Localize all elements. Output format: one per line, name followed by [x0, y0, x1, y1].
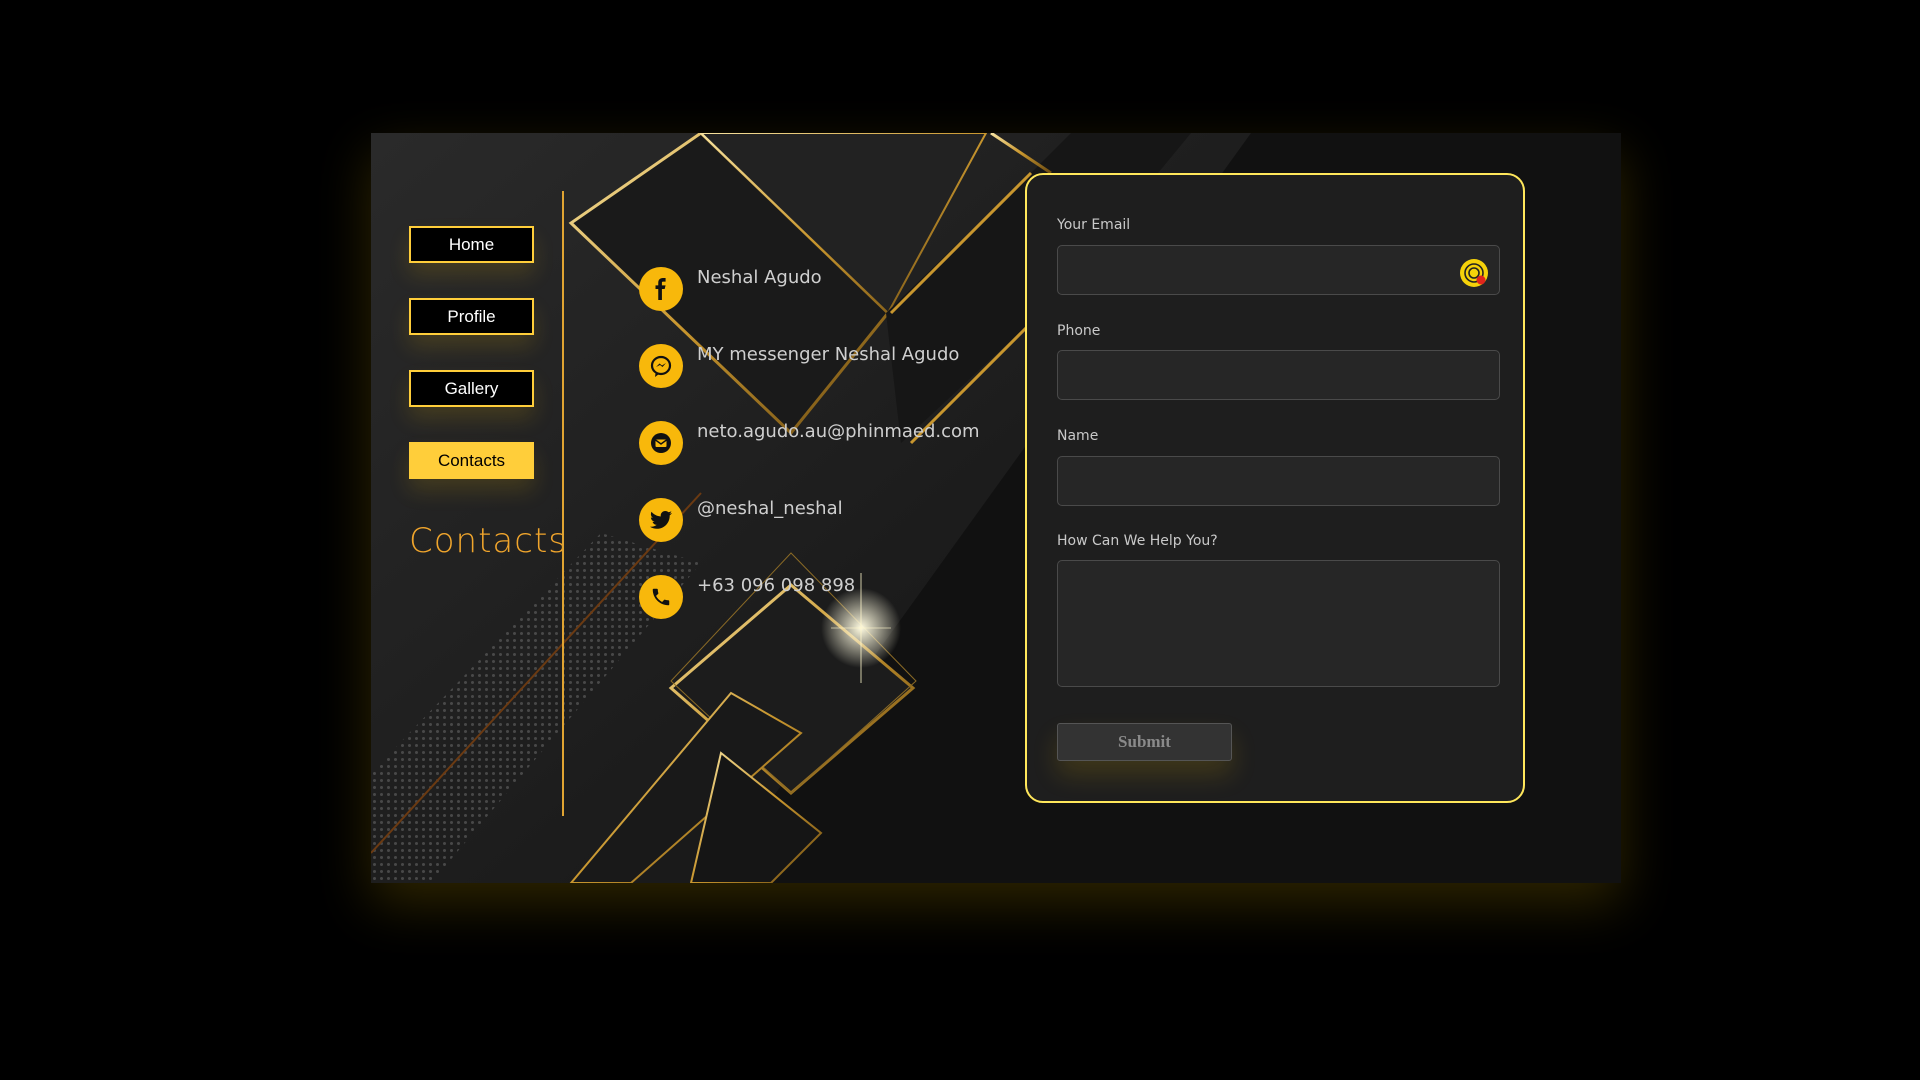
divider-line	[562, 191, 564, 816]
nav-contacts-button[interactable]: Contacts	[409, 442, 534, 479]
email-label: Your Email	[1057, 217, 1131, 233]
contact-text: @neshal_neshal	[697, 498, 843, 519]
email-icon[interactable]	[639, 421, 683, 465]
name-label: Name	[1057, 428, 1099, 444]
phone-field[interactable]	[1057, 350, 1500, 400]
twitter-icon[interactable]	[639, 498, 683, 542]
nav-menu: Home Profile Gallery Contacts	[409, 226, 534, 514]
contact-text: +63 096 098 898	[697, 575, 856, 596]
phone-label: Phone	[1057, 323, 1101, 339]
nav-gallery-button[interactable]: Gallery	[409, 370, 534, 407]
messenger-icon[interactable]	[639, 344, 683, 388]
contact-row-email[interactable]: neto.agudo.au@phinmaed.com	[639, 421, 1039, 465]
email-field[interactable]	[1057, 245, 1500, 295]
facebook-icon[interactable]	[639, 267, 683, 311]
contact-row-twitter[interactable]: @neshal_neshal	[639, 498, 1039, 542]
password-manager-icon[interactable]	[1459, 258, 1489, 288]
nav-profile-button[interactable]: Profile	[409, 298, 534, 335]
phone-icon[interactable]	[639, 575, 683, 619]
submit-button[interactable]: Submit	[1057, 723, 1232, 761]
contact-text: neto.agudo.au@phinmaed.com	[697, 421, 980, 442]
contact-text: MY messenger Neshal Agudo	[697, 344, 960, 365]
contacts-page-card: Home Profile Gallery Contacts Contacts N…	[371, 133, 1621, 883]
contact-text: Neshal Agudo	[697, 267, 822, 288]
contact-form: Your Email Phone Name How Can We Help Yo…	[1025, 173, 1525, 803]
message-label: How Can We Help You?	[1057, 533, 1218, 549]
contact-row-phone[interactable]: +63 096 098 898	[639, 575, 1039, 619]
contact-row-messenger[interactable]: MY messenger Neshal Agudo	[639, 344, 1039, 388]
name-field[interactable]	[1057, 456, 1500, 506]
nav-home-button[interactable]: Home	[409, 226, 534, 263]
page-title: Contacts	[409, 521, 567, 561]
message-field[interactable]	[1057, 560, 1500, 687]
contact-row-facebook[interactable]: Neshal Agudo	[639, 267, 1039, 311]
